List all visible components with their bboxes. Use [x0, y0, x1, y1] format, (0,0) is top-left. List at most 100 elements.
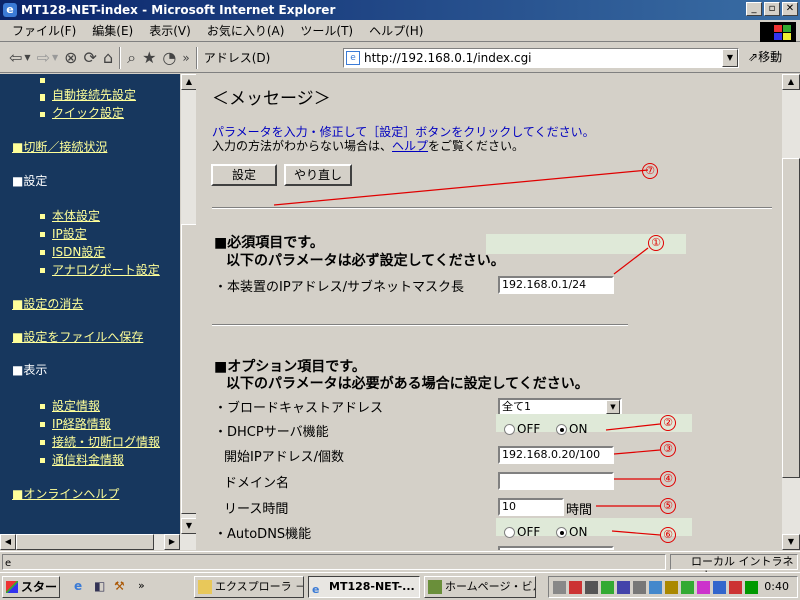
tray-icon[interactable]: [681, 581, 694, 594]
clock[interactable]: 0:40: [764, 580, 789, 593]
menu-favorites[interactable]: お気に入り(A): [207, 22, 285, 39]
title-bar: e MT128-NET-index - Microsoft Internet E…: [0, 0, 800, 20]
sidebar: 自動接続先設定 クイック設定 ■切断／接続状況 ■設定 本体設定 IP設定 IS…: [0, 74, 180, 550]
tray-icon[interactable]: [649, 581, 662, 594]
sidebar-item-analog-port[interactable]: アナログポート設定: [52, 261, 160, 278]
home-button[interactable]: ⌂: [100, 46, 116, 70]
taskbar: スタート e ◧ ⚒ » エクスプローラ － ... e MT128-NET-..…: [0, 572, 800, 600]
tray-icon[interactable]: [713, 581, 726, 594]
favorites-button[interactable]: ★: [139, 46, 159, 70]
main-scrollbar[interactable]: ▲ ▼: [782, 74, 800, 550]
bullet: [40, 94, 45, 99]
status-bar: e ローカル イントラネット: [0, 551, 800, 582]
tray-icon[interactable]: [585, 581, 598, 594]
sidebar-item-ip-route-info[interactable]: IP経路情報: [52, 415, 111, 432]
scroll-thumb[interactable]: [181, 224, 197, 514]
annotation-6: ⑥: [660, 527, 676, 543]
address-dropdown[interactable]: ▼: [722, 49, 738, 67]
sidebar-item-quick-settings[interactable]: クイック設定: [52, 104, 124, 121]
bullet: [40, 232, 45, 237]
stop-button[interactable]: ⊗: [61, 46, 80, 70]
history-button[interactable]: ◔: [159, 46, 179, 70]
tray-icon[interactable]: [745, 581, 758, 594]
tray-icon[interactable]: [665, 581, 678, 594]
refresh-button[interactable]: ⟳: [81, 46, 100, 70]
task-ie[interactable]: e MT128-NET-...: [308, 576, 420, 598]
scroll-up-button[interactable]: ▲: [782, 74, 800, 90]
go-arrow-icon: ⇗: [748, 50, 759, 64]
address-field[interactable]: e http://192.168.0.1/index.cgi ▼: [343, 48, 739, 68]
dropdown-icon: ▼: [24, 53, 31, 62]
ie-icon[interactable]: e: [74, 579, 82, 593]
tray-icon[interactable]: [601, 581, 614, 594]
ie-icon: e: [3, 3, 17, 17]
sidebar-section-settings: ■設定: [12, 174, 48, 188]
sidebar-item-ip-settings[interactable]: IP設定: [52, 225, 87, 242]
tray-icon[interactable]: [569, 581, 582, 594]
scroll-down-button[interactable]: ▼: [782, 534, 800, 550]
hscroll-thumb[interactable]: [16, 534, 154, 550]
scroll-down-button[interactable]: ▼: [181, 518, 197, 534]
menu-tools[interactable]: ツール(T): [300, 22, 353, 39]
sidebar-item-save-settings[interactable]: ■設定をファイルへ保存: [12, 328, 143, 345]
task-label: MT128-NET-...: [329, 580, 415, 593]
window-controls: _ ▫ ✕: [746, 2, 798, 16]
sidebar-item-device-settings[interactable]: 本体設定: [52, 207, 100, 224]
menu-view[interactable]: 表示(V): [149, 22, 191, 39]
sidebar-item-isdn-settings[interactable]: ISDN設定: [52, 243, 105, 260]
go-button[interactable]: ⇗移動: [748, 48, 782, 65]
toolbar-chevron[interactable]: »: [179, 46, 192, 70]
annotation-lines: [273, 169, 661, 536]
task-label: ホームページ・ビルダ...: [445, 580, 535, 593]
sidebar-item-erase-settings[interactable]: ■設定の消去: [12, 295, 83, 312]
page-icon: e: [5, 558, 12, 569]
sidebar-hscrollbar[interactable]: ◀ ▶: [0, 534, 196, 550]
menu-file[interactable]: ファイル(F): [12, 22, 76, 39]
sidebar-item-charge-info[interactable]: 通信料金情報: [52, 451, 124, 468]
sidebar-item-online-help[interactable]: ■オンラインヘルプ: [12, 485, 119, 502]
close-button[interactable]: ✕: [782, 2, 798, 16]
search-button[interactable]: ⌕: [124, 46, 139, 70]
menu-edit[interactable]: 編集(E): [92, 22, 133, 39]
annotation-2: ②: [660, 415, 676, 431]
annotation-1: ①: [648, 235, 664, 251]
forward-button[interactable]: ⇨ ▼: [34, 46, 62, 70]
bullet: [40, 422, 45, 427]
quick-launch-chevron[interactable]: »: [138, 579, 145, 592]
sidebar-scrollbar[interactable]: ▲ ▼: [180, 74, 197, 534]
scroll-left-button[interactable]: ◀: [0, 534, 16, 550]
sidebar-item-auto-connect[interactable]: 自動接続先設定: [52, 86, 136, 103]
tray-icon[interactable]: [553, 581, 566, 594]
back-arrow-icon: ⇦: [9, 48, 23, 67]
minimize-button[interactable]: _: [746, 2, 762, 16]
back-button[interactable]: ⇦ ▼: [6, 46, 34, 70]
task-explorer[interactable]: エクスプローラ － ...: [194, 576, 304, 598]
channel-icon[interactable]: ⚒: [114, 579, 125, 593]
task-homepage-builder[interactable]: ホームページ・ビルダ...: [424, 576, 536, 598]
bullet: [40, 440, 45, 445]
menu-help[interactable]: ヘルプ(H): [369, 22, 423, 39]
desktop-icon[interactable]: ◧: [94, 579, 105, 593]
tray-icon[interactable]: [633, 581, 646, 594]
tray-icon[interactable]: [617, 581, 630, 594]
bullet: [40, 458, 45, 463]
scroll-thumb[interactable]: [782, 158, 800, 478]
annotation-5: ⑤: [660, 498, 676, 514]
tray-icon[interactable]: [729, 581, 742, 594]
sidebar-item-connection-status[interactable]: ■切断／接続状況: [12, 138, 107, 155]
status-zone: ローカル イントラネット: [670, 554, 798, 582]
start-button[interactable]: スタート: [2, 576, 60, 598]
sidebar-item-connect-log[interactable]: 接続・切断ログ情報: [52, 433, 160, 450]
bullet: [40, 78, 45, 83]
annotation-7: ⑦: [642, 163, 658, 179]
scroll-up-button[interactable]: ▲: [181, 74, 197, 90]
stop-icon: ⊗: [64, 48, 78, 67]
tray-icon[interactable]: [697, 581, 710, 594]
address-url: http://192.168.0.1/index.cgi: [364, 51, 532, 65]
restore-button[interactable]: ▫: [764, 2, 780, 16]
dropdown-icon: ▼: [51, 53, 59, 62]
bullet: [40, 214, 45, 219]
scroll-right-button[interactable]: ▶: [164, 534, 180, 550]
bullet: [40, 112, 45, 117]
sidebar-item-settings-info[interactable]: 設定情報: [52, 397, 100, 414]
